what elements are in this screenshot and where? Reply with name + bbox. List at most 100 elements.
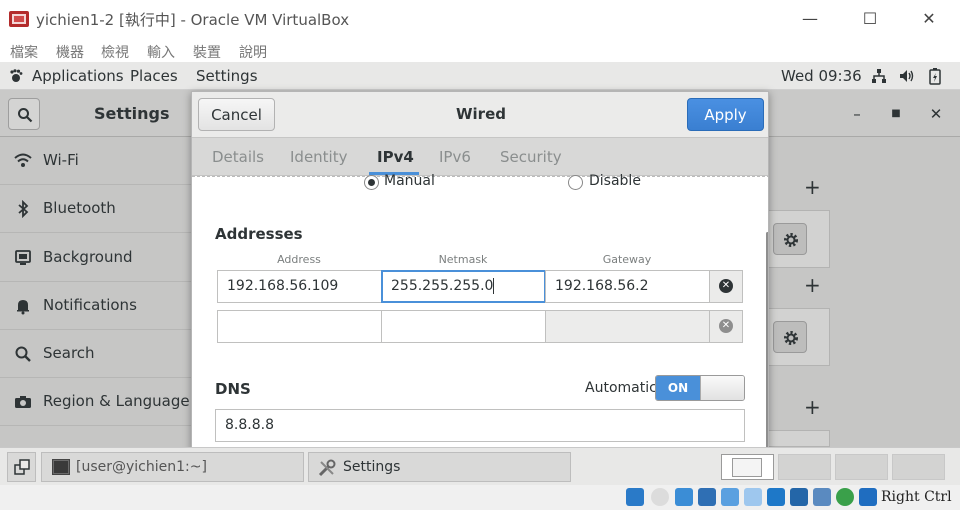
sidebar-item-background[interactable]: Background [0,234,192,282]
sidebar-item-notifications[interactable]: Notifications [0,282,192,330]
settings-maximize-button[interactable]: ■ [884,102,908,126]
shared-folder-icon[interactable] [744,488,762,506]
settings-minimize-button[interactable]: – [845,102,869,126]
host-key-label: Right Ctrl [881,489,952,505]
cancel-button[interactable]: Cancel [198,98,275,131]
close-button[interactable]: ✕ [917,8,941,30]
workspace-3[interactable] [835,454,888,480]
menu-view[interactable]: 檢視 [101,42,129,62]
taskbar-terminal[interactable]: [user@yichien1:~] [41,452,304,482]
tab-details[interactable]: Details [212,148,264,166]
virtualization-icon[interactable] [813,488,831,506]
camera-icon [15,396,31,408]
gateway-column-header: Gateway [602,253,652,266]
gear-icon [784,331,798,345]
host-statusbar: Right Ctrl [0,485,960,510]
foot-icon [10,69,23,82]
volume-icon[interactable] [899,68,915,84]
tab-security[interactable]: Security [500,148,562,166]
optical-drive-icon[interactable] [626,488,644,506]
menu-file[interactable]: 檔案 [10,42,38,62]
sidebar-item-wifi[interactable]: Wi-Fi [0,137,192,185]
places-menu[interactable]: Places [130,67,178,85]
keyboard-capture-icon[interactable] [859,488,877,506]
tab-identity[interactable]: Identity [290,148,348,166]
settings-sidebar: Wi-Fi Bluetooth Background Notifications… [0,137,192,447]
menu-machine[interactable]: 機器 [56,42,84,62]
settings-content-right: + + + [768,137,960,447]
sidebar-item-label: Bluetooth [43,199,116,217]
usb-icon[interactable] [721,488,739,506]
workspace-4[interactable] [892,454,945,480]
netmask-value: 255.255.255.0 [391,278,494,294]
tab-ipv4[interactable]: IPv4 [377,148,414,166]
search-icon [18,108,33,123]
sidebar-item-partial[interactable] [0,426,192,447]
display-icon[interactable] [767,488,785,506]
network-icon[interactable] [871,68,887,84]
maximize-button[interactable]: ☐ [858,8,882,30]
workspace-2[interactable] [778,454,831,480]
audio-icon[interactable] [675,488,693,506]
show-desktop-button[interactable] [7,452,36,482]
wired-settings-button[interactable] [773,223,807,255]
cd-icon[interactable] [651,488,669,506]
tools-icon [318,459,336,477]
settings-close-button[interactable]: ✕ [924,102,948,126]
disable-radio[interactable] [568,175,583,190]
sidebar-item-region-language[interactable]: Region & Language [0,378,192,426]
minimize-button[interactable]: — [798,8,822,30]
address-input-empty[interactable] [217,310,382,343]
bell-icon [17,300,29,315]
host-window-title: yichien1-2 [執行中] - Oracle VM VirtualBox [36,11,350,29]
wired-dialog: Wired Cancel Apply Details Identity IPv4… [191,91,769,451]
settings-search-button[interactable] [8,98,40,130]
manual-radio[interactable] [364,175,379,190]
sidebar-item-bluetooth[interactable]: Bluetooth [0,185,192,233]
netmask-input[interactable]: 255.255.255.0 [381,270,546,303]
addresses-heading: Addresses [215,225,303,243]
wifi-icon [14,153,32,167]
taskbar-settings[interactable]: Settings [308,452,571,482]
desktop-icon [14,459,30,475]
gateway-input[interactable]: 192.168.56.2 [545,270,710,303]
add-proxy-icon[interactable]: + [804,395,821,419]
sidebar-item-label: Notifications [43,296,137,314]
remove-empty-address-button[interactable]: ✕ [709,310,743,343]
vpn-settings-button[interactable] [773,321,807,353]
sidebar-item-search[interactable]: Search [0,330,192,378]
dialog-scrollbar[interactable] [766,232,768,450]
workspace-1[interactable] [721,454,774,480]
netmask-column-header: Netmask [438,253,488,266]
tab-ipv6[interactable]: IPv6 [439,148,471,166]
address-input[interactable]: 192.168.56.109 [217,270,382,303]
network-adapter-icon[interactable] [698,488,716,506]
clock[interactable]: Wed 09:36 [781,67,862,85]
gateway-input-empty[interactable] [545,310,710,343]
remove-address-button[interactable]: ✕ [709,270,743,303]
text-cursor [493,278,495,294]
dns-automatic-toggle[interactable]: ON [655,375,745,401]
disable-label: Disable [589,173,641,189]
applications-menu[interactable]: Applications [32,67,124,85]
power-battery-icon[interactable] [928,67,942,85]
menu-input[interactable]: 輸入 [147,42,175,62]
apply-button[interactable]: Apply [687,98,764,131]
guest-additions-icon[interactable] [836,488,854,506]
netmask-input-empty[interactable] [381,310,546,343]
settings-menu[interactable]: Settings [196,67,258,85]
menu-devices[interactable]: 裝置 [193,42,221,62]
dialog-header: Wired Cancel Apply [192,92,768,138]
dns-input[interactable]: 8.8.8.8 [215,409,745,442]
sidebar-item-label: Background [43,248,133,266]
menu-help[interactable]: 說明 [239,42,267,62]
workspace-window-thumb [732,458,762,477]
taskbar-settings-label: Settings [343,459,401,475]
gear-icon [784,233,798,247]
add-connection-icon[interactable]: + [804,175,821,199]
video-capture-icon[interactable] [790,488,808,506]
add-vpn-icon[interactable]: + [804,273,821,297]
sidebar-item-label: Wi-Fi [43,151,79,169]
toggle-on-label: ON [656,376,700,400]
search-icon [15,346,31,362]
